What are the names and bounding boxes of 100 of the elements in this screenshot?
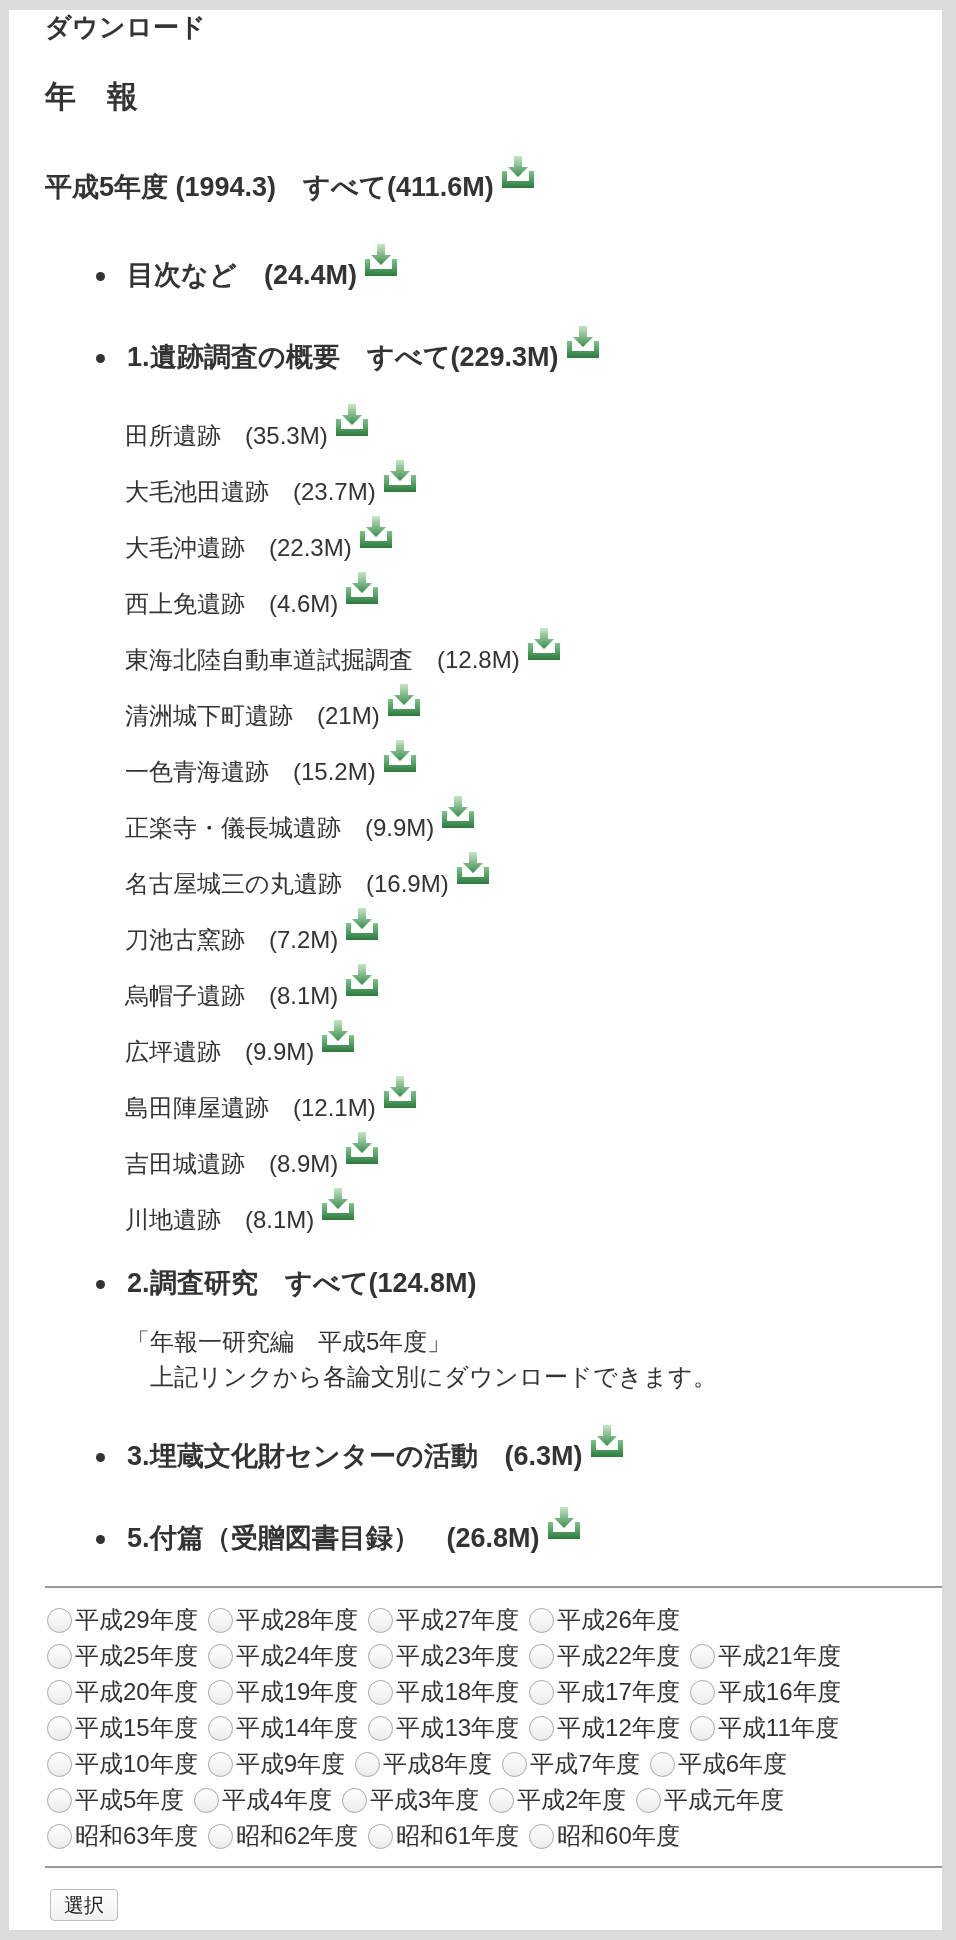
radio-label: 平成26年度 xyxy=(557,1605,680,1635)
download-icon[interactable] xyxy=(345,964,380,996)
item-title: 3.埋蔵文化財センターの活動 (6.3M) xyxy=(127,1441,583,1471)
radio-label: 平成23年度 xyxy=(396,1641,520,1671)
radio-button[interactable] xyxy=(529,1643,555,1669)
bullet-icon xyxy=(96,1535,105,1545)
radio-button[interactable] xyxy=(47,1751,72,1777)
radio-button[interactable] xyxy=(689,1715,715,1741)
radio-label: 平成19年度 xyxy=(235,1677,359,1707)
radio-button[interactable] xyxy=(47,1679,72,1705)
radio-label: 昭和60年度 xyxy=(557,1821,680,1851)
radio-button[interactable] xyxy=(207,1643,233,1669)
site-title: 大毛池田遺跡 (23.7M) xyxy=(125,478,376,505)
download-icon[interactable] xyxy=(321,1188,356,1220)
radio-label: 平成9年度 xyxy=(235,1749,346,1779)
download-icon[interactable] xyxy=(382,460,417,492)
site-title: 島田陣屋遺跡 (12.1M) xyxy=(125,1094,376,1121)
site-title: 清洲城下町遺跡 (21M) xyxy=(125,702,380,729)
bullet-icon xyxy=(96,1453,105,1463)
radio-button[interactable] xyxy=(207,1715,233,1741)
radio-button[interactable] xyxy=(194,1787,220,1813)
radio-button[interactable] xyxy=(368,1643,394,1669)
site-title: 西上免遺跡 (4.6M) xyxy=(125,590,339,617)
download-icon[interactable] xyxy=(589,1425,624,1457)
radio-label: 平成15年度 xyxy=(75,1713,198,1743)
radio-button[interactable] xyxy=(207,1607,233,1633)
radio-button[interactable] xyxy=(649,1751,675,1777)
radio-label: 平成6年度 xyxy=(677,1749,788,1779)
site-title: 一色青海遺跡 (15.2M) xyxy=(125,758,376,785)
bullet-icon xyxy=(96,272,105,282)
radio-label: 平成3年度 xyxy=(369,1785,480,1815)
radio-button[interactable] xyxy=(207,1679,233,1705)
radio-button[interactable] xyxy=(47,1787,72,1813)
radio-button[interactable] xyxy=(489,1787,515,1813)
site-title: 名古屋城三の丸遺跡 (16.9M) xyxy=(125,870,449,897)
download-icon[interactable] xyxy=(500,156,535,188)
radio-label: 平成24年度 xyxy=(235,1641,359,1671)
radio-button[interactable] xyxy=(207,1751,233,1777)
radio-button[interactable] xyxy=(47,1823,72,1849)
radio-button[interactable] xyxy=(368,1823,394,1849)
item-title: 5.付篇（受贈図書目録） (26.8M) xyxy=(127,1523,540,1553)
radio-button[interactable] xyxy=(368,1679,394,1705)
radio-label: 平成20年度 xyxy=(75,1677,198,1707)
download-icon[interactable] xyxy=(441,796,476,828)
radio-label: 平成16年度 xyxy=(717,1677,841,1707)
radio-label: 平成17年度 xyxy=(557,1677,680,1707)
download-icon[interactable] xyxy=(526,628,561,660)
radio-label: 平成4年度 xyxy=(222,1785,332,1815)
radio-button[interactable] xyxy=(47,1643,72,1669)
radio-button[interactable] xyxy=(47,1607,72,1633)
download-icon[interactable] xyxy=(382,740,417,772)
radio-button[interactable] xyxy=(355,1751,381,1777)
radio-label: 昭和62年度 xyxy=(235,1821,359,1851)
radio-label: 平成25年度 xyxy=(75,1641,198,1671)
download-icon[interactable] xyxy=(364,244,399,276)
radio-label: 平成29年度 xyxy=(75,1605,198,1635)
download-icon[interactable] xyxy=(565,326,600,358)
site-title: 東海北陸自動車道試掘調査 (12.8M) xyxy=(125,646,520,673)
download-icon[interactable] xyxy=(321,1020,356,1052)
radio-button[interactable] xyxy=(47,1715,72,1741)
radio-label: 平成2年度 xyxy=(517,1785,627,1815)
radio-label: 平成18年度 xyxy=(396,1677,520,1707)
radio-button[interactable] xyxy=(529,1823,555,1849)
site-title: 吉田城遺跡 (8.9M) xyxy=(125,1150,339,1177)
reference-title: 「年報一研究編 平成5年度」 xyxy=(126,1328,452,1355)
select-button[interactable]: 選択 xyxy=(50,1889,118,1921)
radio-button[interactable] xyxy=(207,1823,233,1849)
download-icon[interactable] xyxy=(345,908,380,940)
radio-button[interactable] xyxy=(529,1679,555,1705)
page-title: ダウンロード xyxy=(45,12,206,42)
radio-label: 平成22年度 xyxy=(557,1641,680,1671)
radio-button[interactable] xyxy=(341,1787,367,1813)
site-title: 川地遺跡 (8.1M) xyxy=(125,1206,315,1233)
radio-button[interactable] xyxy=(529,1715,555,1741)
radio-button[interactable] xyxy=(636,1787,662,1813)
site-title: 正楽寺・儀長城遺跡 (9.9M) xyxy=(125,814,435,841)
download-icon[interactable] xyxy=(358,516,393,548)
download-icon[interactable] xyxy=(345,1132,380,1164)
download-icon[interactable] xyxy=(345,572,380,604)
download-icon[interactable] xyxy=(546,1507,581,1539)
radio-label: 平成13年度 xyxy=(396,1713,520,1743)
download-icon[interactable] xyxy=(386,684,421,716)
radio-label: 平成28年度 xyxy=(235,1605,359,1635)
item-title: 2.調査研究 すべて(124.8M) xyxy=(127,1268,477,1298)
radio-button[interactable] xyxy=(689,1679,715,1705)
download-icon[interactable] xyxy=(455,852,490,884)
radio-label: 平成10年度 xyxy=(75,1749,198,1779)
radio-button[interactable] xyxy=(689,1643,715,1669)
radio-label: 昭和63年度 xyxy=(75,1821,198,1851)
radio-button[interactable] xyxy=(368,1715,394,1741)
radio-label: 平成14年度 xyxy=(235,1713,359,1743)
note-text: 上記リンクから各論文別にダウンロードできます。 xyxy=(150,1363,717,1390)
radio-label: 平成元年度 xyxy=(664,1785,785,1815)
radio-label: 平成12年度 xyxy=(557,1713,680,1743)
radio-button[interactable] xyxy=(529,1607,555,1633)
download-icon[interactable] xyxy=(334,404,369,436)
download-icon[interactable] xyxy=(382,1076,417,1108)
radio-button[interactable] xyxy=(368,1607,394,1633)
radio-button[interactable] xyxy=(502,1751,528,1777)
radio-label: 平成7年度 xyxy=(530,1749,640,1779)
